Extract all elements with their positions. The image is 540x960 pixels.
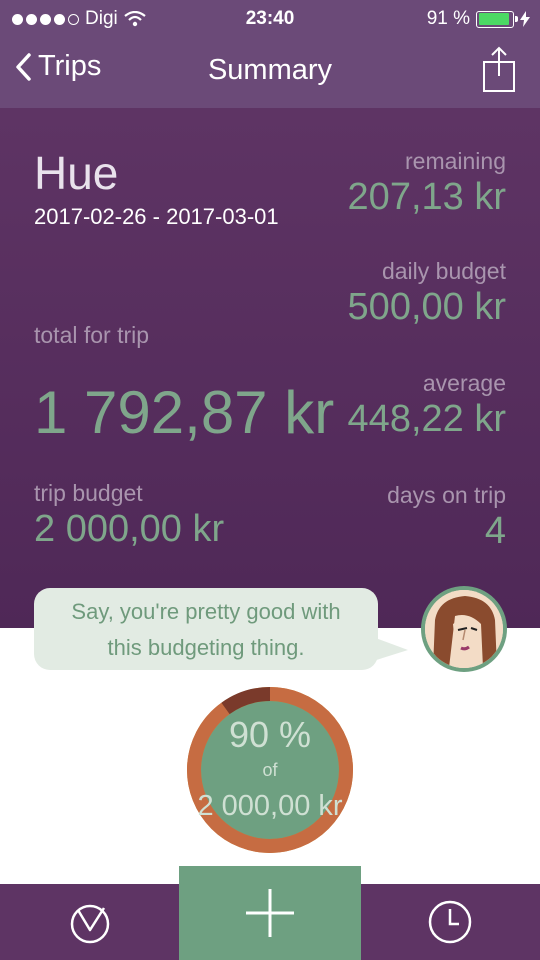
days-on-trip-value: 4	[484, 510, 506, 552]
message-line-2: this budgeting thing.	[107, 635, 305, 660]
page-title: Summary	[207, 54, 333, 86]
total-label: total for trip	[34, 322, 150, 348]
clock-icon	[428, 900, 472, 944]
budget-progress-ring: 90 % of 2 000,00 kr	[184, 684, 356, 856]
trip-budget-label: trip budget	[34, 480, 143, 506]
add-expense-button[interactable]	[179, 866, 361, 960]
pie-chart-icon	[70, 904, 110, 944]
remaining-value: 207,13 kr	[347, 176, 506, 218]
bubble-tail	[370, 636, 408, 662]
battery-icon	[476, 10, 518, 28]
days-on-trip-label: days on trip	[387, 482, 506, 508]
tab-summary[interactable]	[40, 884, 140, 960]
charging-icon	[520, 11, 530, 27]
status-bar: Digi 23:40 91 %	[0, 0, 540, 38]
tab-history[interactable]	[400, 884, 500, 960]
daily-budget-value: 500,00 kr	[347, 286, 506, 328]
average-label: average	[422, 370, 506, 396]
progress-percent: 90 %	[228, 714, 312, 755]
average-value: 448,22 kr	[347, 398, 506, 440]
progress-budget: 2 000,00 kr	[197, 790, 343, 822]
battery-percent: 91 %	[426, 8, 470, 29]
summary-panel: Hue 2017-02-26 - 2017-03-01 total for tr…	[0, 108, 540, 628]
trip-dates: 2017-02-26 - 2017-03-01	[34, 204, 279, 229]
message-bubble: Say, you're pretty good with this budget…	[34, 588, 378, 670]
character-face-icon	[425, 590, 503, 668]
message-line-1: Say, you're pretty good with	[71, 599, 341, 624]
progress-of-label: of	[262, 760, 278, 780]
trip-budget-value: 2 000,00 kr	[34, 508, 225, 550]
share-icon[interactable]	[482, 46, 516, 94]
plus-icon	[246, 889, 294, 937]
daily-budget-label: daily budget	[381, 258, 506, 284]
avatar	[421, 586, 507, 672]
navigation-bar: Trips Summary	[0, 38, 540, 108]
trip-name: Hue	[34, 147, 119, 199]
total-value: 1 792,87 kr	[34, 379, 335, 446]
battery-group: 91 %	[427, 8, 530, 30]
remaining-label: remaining	[405, 148, 506, 174]
